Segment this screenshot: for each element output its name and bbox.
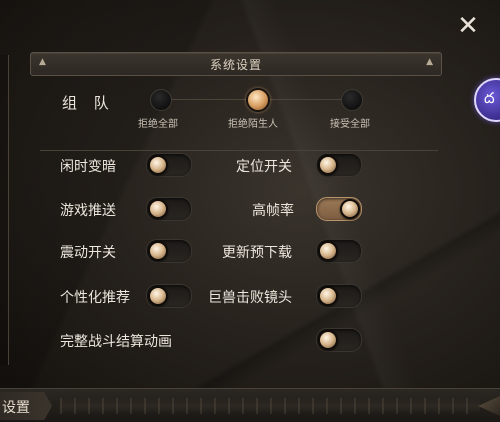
setting-label-personalized: 个性化推荐 xyxy=(60,290,130,306)
team-option-accept-all[interactable] xyxy=(341,89,363,111)
setting-label-dim-when-idle: 闲时变暗 xyxy=(60,159,116,175)
setting-label-predownload: 更新预下载 xyxy=(222,245,292,261)
section-header: ▲ 系统设置 ▲ xyxy=(30,52,442,76)
team-option-reject-all[interactable] xyxy=(150,89,172,111)
team-label: 组 队 xyxy=(62,94,115,112)
bottom-tab-label: 设置 xyxy=(2,400,30,416)
toggle-vibration[interactable] xyxy=(146,239,192,263)
toggle-knob xyxy=(318,330,338,350)
setting-label-high-frame-rate: 高帧率 xyxy=(252,203,294,219)
toggle-knob xyxy=(148,241,168,261)
section-title: 系统设置 xyxy=(209,58,262,72)
toggle-game-push[interactable] xyxy=(146,197,192,221)
team-setting: 组 队 拒绝全部 拒绝陌生人 接受全部 xyxy=(40,80,438,151)
team-option-label: 拒绝陌生人 xyxy=(228,119,278,130)
bottom-ornament xyxy=(60,398,480,414)
toggle-knob xyxy=(148,286,168,306)
toggle-knob xyxy=(318,155,338,175)
toggle-knob xyxy=(340,199,360,219)
toggle-personalized[interactable] xyxy=(146,284,192,308)
avatar-glyph: ద xyxy=(484,89,495,107)
toggle-location[interactable] xyxy=(316,153,362,177)
toggle-knob xyxy=(318,286,338,306)
toggle-knob xyxy=(148,155,168,175)
team-option-label: 拒绝全部 xyxy=(138,119,178,130)
setting-label-vibration: 震动开关 xyxy=(60,245,116,261)
setting-label-location: 定位开关 xyxy=(236,159,292,175)
toggle-predownload[interactable] xyxy=(316,239,362,263)
side-avatar[interactable]: ద xyxy=(474,78,500,122)
setting-label-full-battle-animation: 完整战斗结算动画 xyxy=(60,334,172,350)
toggle-beast-camera[interactable] xyxy=(316,284,362,308)
toggle-dim-when-idle[interactable] xyxy=(146,153,192,177)
setting-label-beast-camera: 巨兽击败镜头 xyxy=(208,290,292,306)
toggle-knob xyxy=(148,199,168,219)
header-ornament-right-icon: ▲ xyxy=(426,57,433,67)
toggle-full-battle-animation[interactable] xyxy=(316,328,362,352)
setting-label-game-push: 游戏推送 xyxy=(60,203,116,219)
toggle-knob xyxy=(318,241,338,261)
close-icon[interactable]: ✕ xyxy=(454,12,482,40)
settings-screen: ✕ ద ▲ 系统设置 ▲ 组 队 拒绝全部 拒绝陌生人 接受全部 闲时变暗 定位… xyxy=(0,0,500,422)
team-option-label: 接受全部 xyxy=(330,119,370,130)
left-panel-edge xyxy=(0,55,9,365)
toggle-high-frame-rate[interactable] xyxy=(316,197,362,221)
system-settings-panel: ▲ 系统设置 ▲ 组 队 拒绝全部 拒绝陌生人 接受全部 闲时变暗 定位开关 游… xyxy=(30,52,442,370)
team-option-reject-strangers[interactable] xyxy=(246,88,270,112)
